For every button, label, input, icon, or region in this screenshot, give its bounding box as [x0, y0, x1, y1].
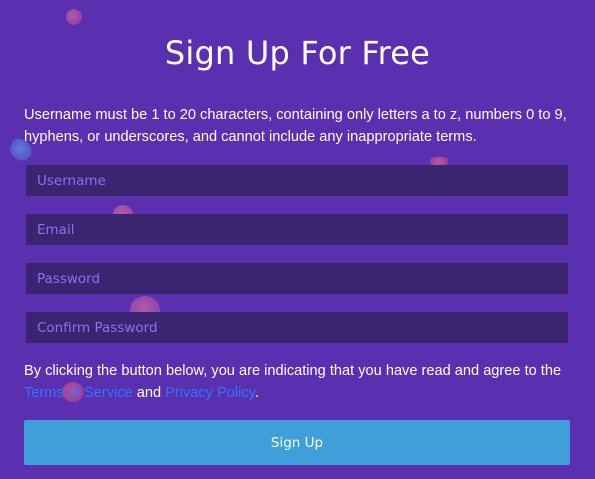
password-input[interactable]: [26, 263, 568, 294]
page-title: Sign Up For Free: [164, 34, 431, 72]
terms-of-service-link[interactable]: Terms of Service: [24, 385, 133, 401]
agreement-suffix: .: [254, 385, 259, 401]
username-rules-text: Username must be 1 to 20 characters, con…: [24, 107, 567, 145]
email-input[interactable]: [26, 214, 568, 245]
username-input[interactable]: [26, 165, 568, 196]
confetti-decoration: [66, 9, 82, 25]
confirm-password-input[interactable]: [26, 312, 568, 343]
sign-up-button[interactable]: Sign Up: [24, 420, 570, 465]
agreement-prefix: By clicking the button below, you are in…: [24, 363, 562, 379]
privacy-policy-link[interactable]: Privacy Policy: [165, 385, 255, 401]
agreement-text: By clicking the button below, you are in…: [24, 360, 576, 404]
agreement-middle: and: [132, 385, 166, 401]
